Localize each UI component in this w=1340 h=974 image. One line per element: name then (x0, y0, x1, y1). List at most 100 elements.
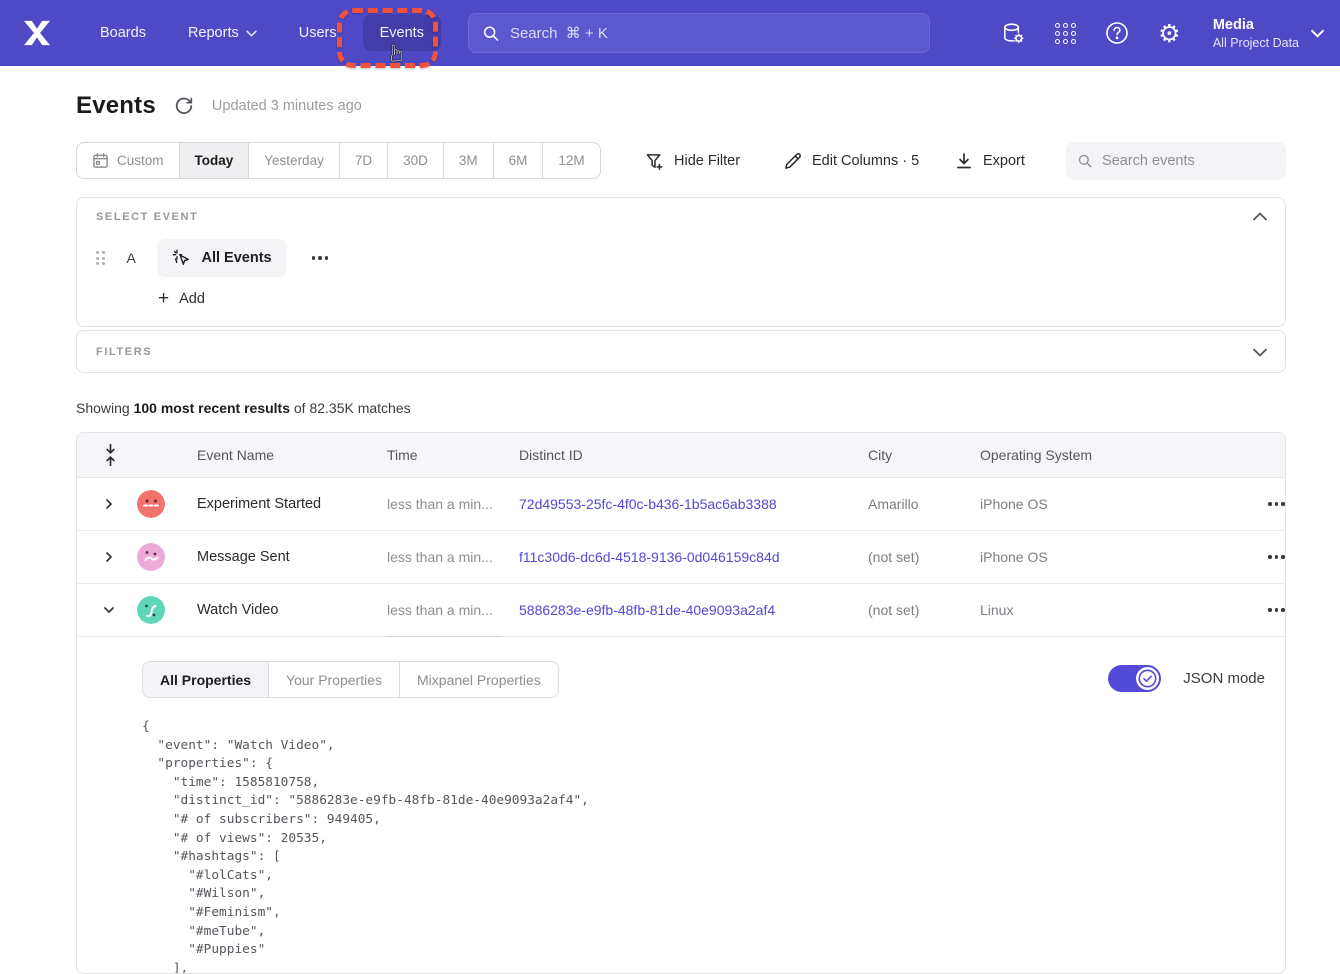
table-body: Experiment Started less than a min... 72… (77, 478, 1285, 637)
event-more-button[interactable] (306, 250, 335, 266)
column-header-event-name[interactable]: Event Name (197, 447, 387, 463)
select-event-label: SELECT EVENT (96, 211, 198, 223)
data-management-icon[interactable] (1001, 21, 1026, 46)
date-range-yesterday[interactable]: Yesterday (249, 143, 340, 178)
nav-item-reports[interactable]: Reports (176, 15, 269, 51)
row-more-button[interactable] (1262, 496, 1286, 512)
date-range-custom[interactable]: Custom (77, 143, 180, 178)
hide-filter-label: Hide Filter (674, 153, 740, 169)
column-header-time[interactable]: Time (387, 447, 519, 463)
collapse-all-icon[interactable] (101, 444, 119, 466)
json-mode-label: JSON mode (1183, 670, 1265, 687)
nav-item-events[interactable]: Events (363, 15, 441, 51)
plus-icon: + (158, 289, 169, 308)
event-select-chip[interactable]: All Events (157, 239, 287, 277)
date-range-12m[interactable]: 12M (543, 143, 599, 178)
edit-columns-button[interactable]: Edit Columns · 5 (783, 145, 919, 177)
table-row[interactable]: Message Sent less than a min... f11c30d6… (77, 531, 1285, 584)
table-row[interactable]: Experiment Started less than a min... 72… (77, 478, 1285, 531)
date-range-30d[interactable]: 30D (388, 143, 444, 178)
date-range-7d[interactable]: 7D (340, 143, 388, 178)
chevron-down-icon (246, 30, 257, 37)
search-icon (1078, 153, 1092, 169)
table-row[interactable]: Watch Video less than a min... 5886283e-… (77, 584, 1285, 637)
search-icon (483, 25, 499, 42)
events-search[interactable] (1066, 142, 1286, 180)
event-name-cell: Message Sent (197, 549, 387, 565)
time-cell: less than a min... (387, 549, 519, 565)
nav-item-boards[interactable]: Boards (88, 15, 158, 51)
date-range-control: Custom TodayYesterday7D 30D 3M 6M 12M (76, 142, 601, 179)
date-range-6m[interactable]: 6M (494, 143, 544, 178)
hide-filter-button[interactable]: Hide Filter (645, 145, 740, 177)
drag-handle-icon[interactable] (96, 251, 105, 265)
export-button[interactable]: Export (955, 145, 1025, 177)
time-cell: less than a min... (387, 602, 519, 618)
project-subtitle: All Project Data (1213, 35, 1299, 51)
project-switcher[interactable]: Media All Project Data (1213, 16, 1324, 51)
pencil-icon (783, 152, 802, 171)
date-range-today[interactable]: Today (180, 143, 250, 178)
add-event-label: Add (179, 291, 205, 307)
event-avatar (137, 543, 165, 571)
json-mode-toggle[interactable] (1108, 665, 1161, 692)
summary-prefix: Showing (76, 400, 134, 416)
global-search-input[interactable] (510, 25, 915, 42)
chevron-down-icon[interactable] (1253, 348, 1267, 357)
event-chip-label: All Events (202, 250, 272, 266)
row-more-button[interactable] (1262, 602, 1286, 618)
refresh-icon[interactable] (174, 96, 194, 116)
last-updated-text: Updated 3 minutes ago (212, 98, 362, 114)
event-name-cell: Experiment Started (197, 496, 387, 512)
filters-panel: FILTERS (76, 330, 1286, 373)
row-expand-chevron-icon[interactable] (101, 496, 117, 512)
date-range-label: Custom (117, 153, 164, 168)
os-cell: iPhone OS (980, 549, 1180, 565)
event-avatar (137, 596, 165, 624)
help-icon[interactable] (1105, 21, 1130, 46)
download-icon (955, 152, 973, 170)
select-event-panel: SELECT EVENT A All Events + Add (76, 197, 1286, 327)
event-json-viewer: { "event": "Watch Video", "properties": … (142, 718, 1265, 974)
city-cell: Amarillo (868, 496, 980, 512)
global-search[interactable] (468, 13, 930, 53)
nav-item-users[interactable]: Users (287, 15, 349, 51)
column-header-os[interactable]: Operating System (980, 447, 1180, 463)
navbar-right: ⚙ Media All Project Data (1001, 0, 1324, 66)
nav-item-label: Reports (188, 25, 239, 41)
row-more-button[interactable] (1262, 549, 1286, 565)
magic-cursor-icon (172, 248, 192, 268)
city-cell: (not set) (868, 602, 980, 618)
column-header-city[interactable]: City (868, 447, 980, 463)
controls-row: Custom TodayYesterday7D 30D 3M 6M 12M Hide Fi… (0, 142, 1340, 180)
date-range-label: 30D (403, 153, 428, 168)
tab-mixpanel-properties[interactable]: Mixpanel Properties (400, 662, 558, 697)
event-selector-row: A All Events (96, 239, 334, 277)
project-name: Media (1213, 16, 1299, 35)
tab-all-properties[interactable]: All Properties (143, 662, 269, 697)
time-cell: less than a min... (387, 496, 519, 512)
events-table: Event Name Time Distinct ID City Operati… (76, 432, 1286, 974)
mixpanel-logo-icon[interactable] (20, 18, 54, 48)
row-expand-chevron-icon[interactable] (101, 549, 117, 565)
export-label: Export (983, 153, 1025, 169)
nav-item-label: Events (380, 25, 424, 41)
distinct-id-link[interactable]: 5886283e-e9fb-48fb-81de-40e9093a2af4 (519, 602, 868, 618)
edit-columns-label: Edit Columns · 5 (812, 153, 919, 169)
row-expand-chevron-icon[interactable] (101, 602, 117, 618)
add-event-button[interactable]: + Add (158, 289, 205, 308)
filters-label: FILTERS (96, 346, 152, 358)
apps-grid-icon[interactable] (1053, 21, 1078, 46)
event-row-letter: A (127, 250, 139, 266)
events-search-input[interactable] (1102, 153, 1274, 169)
date-range-3m[interactable]: 3M (444, 143, 494, 178)
distinct-id-link[interactable]: 72d49553-25fc-4f0c-b436-1b5ac6ab3388 (519, 496, 868, 512)
chevron-up-icon[interactable] (1253, 212, 1267, 221)
tab-your-properties[interactable]: Your Properties (269, 662, 400, 697)
date-range-label: 6M (509, 153, 528, 168)
settings-gear-icon[interactable]: ⚙ (1157, 21, 1182, 46)
column-header-distinct-id[interactable]: Distinct ID (519, 447, 868, 463)
table-header-row: Event Name Time Distinct ID City Operati… (77, 433, 1285, 478)
distinct-id-link[interactable]: f11c30d6-dc6d-4518-9136-0d046159c84d (519, 549, 868, 565)
properties-tabs: All PropertiesYour PropertiesMixpanel Pr… (142, 661, 559, 698)
